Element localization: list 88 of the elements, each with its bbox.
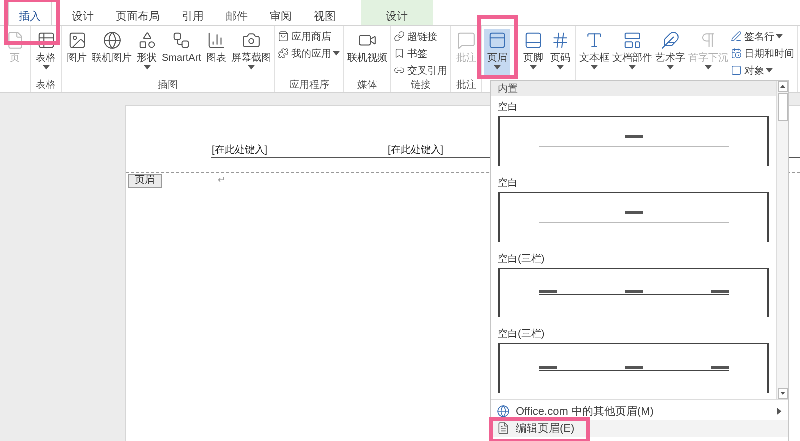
ribbon-tab[interactable]: 插入 (8, 0, 52, 25)
ribbon-button[interactable]: 形状 (134, 29, 160, 77)
header-preview-thumbnail[interactable] (498, 268, 769, 318)
bookmark-icon (394, 48, 406, 59)
menu-item[interactable]: Office.com 中的其他页眉(M) (491, 403, 788, 420)
picture-icon (68, 31, 86, 50)
group-label: 插图 (157, 79, 180, 92)
caret-icon (42, 65, 50, 70)
header-page-icon (488, 31, 507, 50)
ribbon-button[interactable]: 应用商店 (277, 29, 332, 44)
shopping-bag-icon (278, 31, 290, 42)
calendar-clock-icon (731, 48, 742, 59)
pen-icon (731, 31, 742, 42)
comment-icon (456, 31, 476, 50)
ribbon-button[interactable]: 图表 (203, 29, 230, 77)
header-preview-thumbnail[interactable] (498, 116, 769, 166)
ribbon-button[interactable]: 联机视频 (346, 29, 388, 77)
caret-icon (494, 65, 501, 70)
header-preview-thumbnail[interactable] (498, 192, 769, 242)
caret-icon (766, 68, 774, 73)
ribbon-button[interactable]: 艺术字 (654, 29, 686, 77)
ribbon-button[interactable]: 对象 (730, 63, 774, 78)
page-icon (497, 422, 510, 435)
header-placeholder[interactable]: [在此处键入] (212, 144, 388, 157)
column-chart-icon (206, 31, 226, 50)
ribbon-button[interactable]: 交叉引用 (393, 63, 448, 78)
header-preview-thumbnail[interactable] (498, 343, 769, 393)
caret-icon (704, 65, 712, 70)
square-icon (731, 65, 742, 76)
caret-icon (248, 65, 255, 70)
footer-page-icon (524, 31, 543, 50)
globe-icon (497, 405, 510, 418)
caret-icon (144, 65, 150, 70)
scroll-up-button[interactable] (778, 81, 788, 92)
camera-icon (242, 31, 261, 50)
group-label: 链接 (410, 78, 432, 92)
ribbon-button[interactable]: 日期和时间 (730, 46, 796, 61)
menu-item[interactable]: 编辑页眉(E) (491, 420, 788, 437)
page-icon (6, 31, 24, 50)
contextual-tab[interactable]: 设计 (361, 0, 433, 25)
group-label: 表格 (35, 78, 57, 92)
ribbon-button[interactable]: 图片 (64, 29, 90, 77)
group-label: 应用程序 (288, 78, 330, 92)
caret-icon (666, 65, 674, 70)
ribbon-button[interactable]: 超链接 (393, 29, 438, 44)
caret-icon (333, 51, 340, 56)
ribbon-button[interactable]: 书签 (393, 46, 428, 61)
ribbon-button[interactable]: 页眉 (484, 29, 510, 77)
paragraph-mark: ↵ (218, 175, 226, 186)
ribbon-button[interactable]: SmartArt (161, 29, 202, 77)
gallery-item-title: 空白(三栏) (497, 328, 546, 340)
caret-icon (628, 65, 636, 70)
ribbon-button[interactable]: 屏幕截图 (230, 29, 272, 77)
scrollbar[interactable] (776, 81, 788, 399)
group-label: 批注 (455, 78, 478, 92)
gallery-item-title: 空白 (497, 100, 519, 112)
group-label: 媒体 (356, 79, 378, 92)
table-icon (36, 31, 56, 50)
gallery-item-title: 空白 (497, 176, 519, 188)
submenu-arrow-icon (777, 408, 782, 415)
caret-icon (556, 65, 564, 70)
section-heading: 内置 (491, 81, 776, 96)
ribbon-button[interactable]: 表格 (33, 29, 59, 77)
ribbon-button[interactable]: 我的应用 (277, 46, 342, 61)
link-icon (394, 31, 406, 42)
shapes-icon (138, 31, 156, 50)
ribbon-button[interactable]: 联机图片 (91, 29, 133, 77)
scroll-thumb[interactable] (778, 93, 788, 121)
highlight-frame (477, 15, 518, 79)
globe-icon (102, 31, 122, 50)
caret-icon (590, 65, 598, 70)
puzzle-icon (278, 48, 290, 59)
ribbon-button[interactable]: 文本框 (578, 29, 610, 77)
text-box-icon (584, 31, 604, 50)
diagram-icon (172, 31, 192, 50)
ribbon-button[interactable]: 签名行 (730, 29, 784, 44)
ribbon-button[interactable]: 文档部件 (611, 29, 654, 77)
layout-icon (622, 31, 642, 50)
hash-icon (550, 31, 570, 50)
ribbon-button[interactable]: 页码 (547, 29, 574, 77)
caret-icon (530, 65, 537, 70)
header-tag: 页眉 (128, 174, 162, 188)
caret-icon (776, 34, 784, 39)
gallery-item-title: 空白(三栏) (497, 252, 546, 264)
scroll-down-button[interactable] (778, 388, 788, 399)
ribbon-button[interactable]: 页脚 (520, 29, 546, 77)
link-icon (394, 65, 406, 76)
feather-icon (660, 31, 680, 50)
